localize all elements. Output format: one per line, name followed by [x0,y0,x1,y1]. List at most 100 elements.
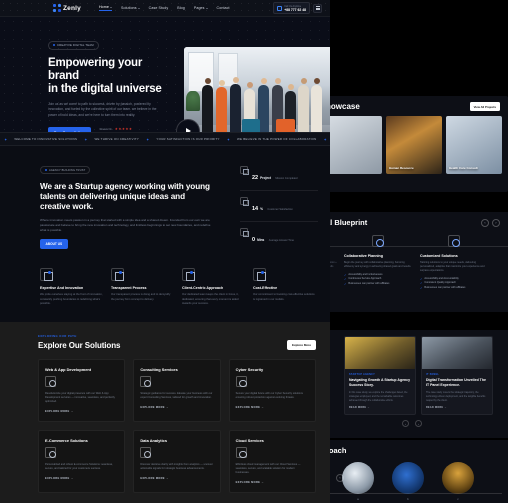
feature-title: Transparent Process [111,286,147,291]
reach-caption: a [357,498,359,501]
hero-cta-row: Free Consultation Review On ★★★★★ Clutch… [48,127,170,132]
screenshot-root: Zenly Home Solutions Case Study Blog Pag… [0,0,508,503]
solution-desc: Strategic guidance for success. Elevate … [140,392,213,399]
blog-read-more-link[interactable]: READ MORE → [426,406,488,409]
solution-card[interactable]: Web & App Development Revolutionize your… [38,359,126,422]
blueprint-side-text: passion + results [330,261,337,268]
solution-card[interactable]: Consulting Services Strategic guidance f… [133,359,221,422]
nav-link-pages[interactable]: Pages [194,5,208,11]
feature-desc: Our dedicated team keeps the client in f… [182,293,239,305]
solution-link[interactable]: EXPLORE MORE → [140,406,213,409]
free-consultation-button[interactable]: Free Consultation [48,127,91,132]
nav-link-home-label: Home [98,5,109,9]
check-icon: ✓ [344,281,347,286]
blueprint-col-desc: Begin the journey with collaborative pla… [344,261,412,268]
about-paragraph: Where innovation meets passion in a jour… [40,218,211,232]
site-logo[interactable]: Zenly [53,4,81,12]
badge-dot-icon [53,44,55,46]
reach-caption: b [407,498,409,501]
feature-desc: Our transparent process is doing and to … [111,293,171,301]
stat-unit: % [260,207,263,211]
grid-menu-icon[interactable] [313,3,322,13]
side-chevron-left-icon[interactable]: ‹ [336,474,344,482]
hero-paragraph: Join us as we come to path to success, d… [48,102,157,117]
chevron-left-icon[interactable]: ‹ [402,420,409,428]
check-icon: ✓ [420,285,423,290]
showcase-card[interactable]: Health Care Consult [446,116,502,174]
showcase-card[interactable] [330,116,382,174]
solution-desc: Secure your digital future with our Cybe… [235,392,303,399]
showcase-caption: Health Care Consult [449,166,478,170]
solution-card[interactable]: E-Commerce Solutions Personalized and ro… [38,430,126,493]
blog-desc: In this case study, we explore the chall… [349,391,408,402]
solution-link[interactable]: EXPLORE MORE → [45,477,118,480]
stat-label: Average Answer Time [268,239,294,242]
solution-link[interactable]: EXPLORE MORE → [236,406,309,409]
nav-link-solutions[interactable]: Solutions [121,5,140,11]
solution-title: Data Analytics [140,438,167,443]
showcase-caption: Human Resource [389,166,414,170]
about-us-button[interactable]: ABOUT US [40,239,68,250]
chevron-left-icon[interactable]: ‹ [481,218,489,227]
blueprint-nav: ‹ › [481,218,500,227]
explore-more-button[interactable]: Explore More [286,340,316,350]
blog-carousel-nav: ‹ › [330,415,508,428]
nav-link-blog-label: Blog [177,6,185,10]
blog-tag: IT PANEL [426,373,440,376]
consulting-icon [140,376,152,387]
blueprint-col-title: Customized Solutions [420,254,458,258]
analytics-icon [140,447,152,458]
blueprint-list-item: ✓ Businesses can partner with affiliates [420,285,466,290]
reach-caption: c [457,498,459,501]
head [218,80,225,86]
blog-read-more-link[interactable]: READ MORE → [349,406,411,409]
chevron-right-icon[interactable]: › [415,420,422,428]
blog-desc: The case study covers the strategic traj… [426,391,486,402]
luggage-blue [242,119,260,132]
showcase-card[interactable]: Human Resource [386,116,442,174]
blog-thumbnail [422,337,492,369]
feature-title: Expertise And Innovation [40,286,84,291]
hero-title: Empowering your brand in the digital uni… [48,57,170,96]
hero-eyebrow-label: CREATIVE DIGITAL TEAM [57,43,94,47]
chevron-right-icon[interactable]: › [492,218,500,227]
website-main-column: Zenly Home Solutions Case Study Blog Pag… [0,0,330,503]
marquee-item: YOUR SATISFACTION IS OUR PRIORITY [156,137,220,141]
clutch-rating-top: Review On ★★★★★ [100,127,133,131]
feature-title: Cost-Effective [253,286,278,291]
solution-link[interactable]: EXPLORE MORE → [140,477,213,480]
marquee-strip: ✦ WELCOME TO INNOVATIVE SOLUTIONS ✦ WE T… [0,132,330,146]
blog-title: Navigating Growth A Startup Agency Succe… [349,378,411,387]
hero-title-line1: Empowering your brand [48,57,143,82]
code-window-icon [45,376,56,387]
feature-item: Transparent Process Our transparent proc… [111,268,174,306]
nav-link-contact[interactable]: Contact [217,5,230,11]
cloud-icon [235,447,247,458]
reach-item[interactable]: b [390,462,426,501]
nav-link-blog[interactable]: Blog [177,5,185,11]
nav-link-case-study-label: Case Study [148,6,169,10]
solution-link[interactable]: EXPLORE MORE → [236,481,309,484]
solution-link[interactable]: EXPLORE MORE → [45,410,118,413]
luggage-orange [276,119,295,132]
blueprint-columns: passion + results Collaborative Planning… [330,227,508,290]
solutions-icon [448,235,460,247]
solution-card[interactable]: Data Analytics Discover decisive clarity… [133,430,221,493]
solution-card[interactable]: Cloud Services Effortless cloud manageme… [228,430,316,493]
nav-link-home[interactable]: Home [98,5,112,11]
blog-card[interactable]: STARTUP AGENCY Navigating Growth A Start… [344,336,416,416]
team-member [298,78,309,132]
nav-link-case-study[interactable]: Case Study [149,5,169,11]
blog-cards: STARTUP AGENCY Navigating Growth A Start… [330,330,508,416]
reach-item[interactable]: a [340,462,376,501]
blueprint-col-title: Collaborative Planning [344,254,383,258]
solution-card[interactable]: Cyber Security Secure your digital futur… [228,359,316,422]
blog-card[interactable]: IT PANEL Digital Transformation Unveiled… [421,336,493,416]
site-navbar: Zenly Home Solutions Case Study Blog Pag… [0,0,330,17]
head [274,78,281,84]
view-all-projects-button[interactable]: View All Projects [469,102,500,111]
solution-title: Cloud Services [235,438,264,443]
process-icon [111,268,124,282]
reach-item[interactable]: c [440,462,476,501]
call-us-button[interactable]: Call Us Anytime +88 777 62 48 [273,2,310,14]
